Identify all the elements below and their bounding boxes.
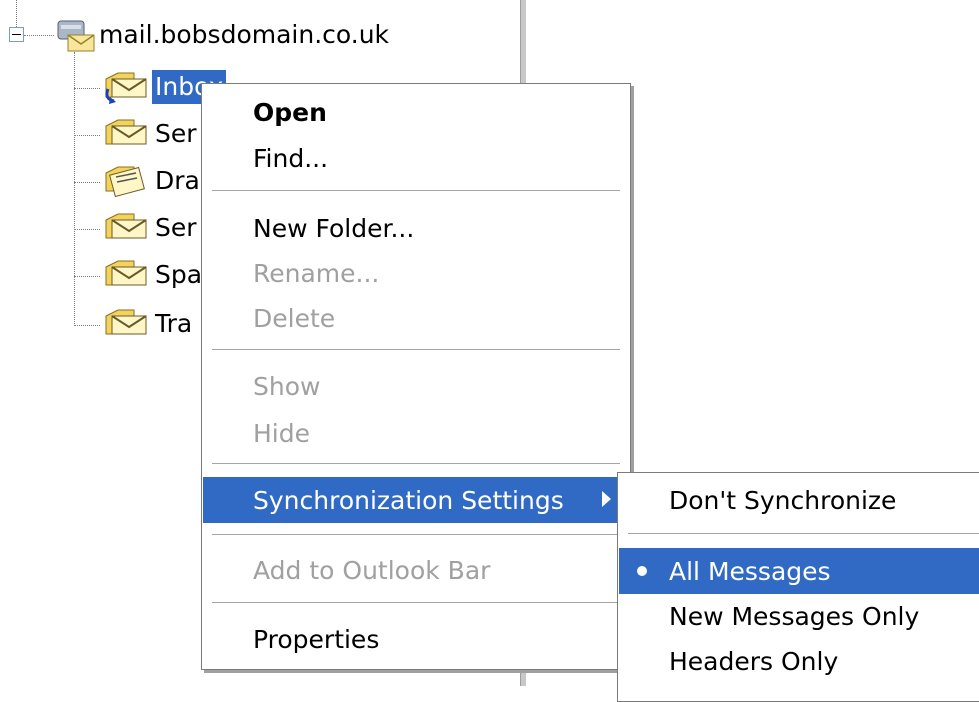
menu-item-add-to-outlook-bar: Add to Outlook Bar (203, 547, 629, 593)
tree-item-spam[interactable]: Spa (100, 258, 205, 292)
tree-item-folder[interactable]: Ser (100, 211, 200, 245)
submenu-item-dont-synchronize[interactable]: Don't Synchronize (619, 477, 979, 523)
tree-item-trash[interactable]: Tra (100, 307, 195, 341)
tree-connector (74, 276, 100, 277)
folder-icon (105, 309, 147, 335)
submenu-item-all-messages[interactable]: All Messages (619, 548, 979, 594)
submenu-item-headers-only[interactable]: Headers Only (619, 638, 979, 684)
drafts-folder-icon (105, 166, 145, 198)
menu-item-label: Rename... (253, 258, 380, 288)
menu-separator (212, 349, 620, 351)
folder-icon (105, 213, 147, 239)
menu-item-label: New Messages Only (669, 601, 920, 631)
tree-connector (74, 182, 100, 183)
menu-separator (212, 534, 620, 536)
tree-connector (74, 135, 100, 136)
menu-item-sync-settings[interactable]: Synchronization Settings (203, 477, 629, 523)
account-label: mail.bobsdomain.co.uk (99, 20, 390, 49)
menu-item-hide: Hide (203, 410, 629, 456)
menu-item-label: All Messages (669, 556, 831, 586)
menu-separator (212, 190, 620, 192)
menu-item-label: Delete (253, 303, 336, 333)
mail-server-icon (57, 20, 95, 52)
tree-connector (74, 229, 100, 230)
folder-icon (105, 260, 147, 286)
folder-label: Ser (155, 119, 197, 148)
sync-settings-submenu: Don't Synchronize All Messages New Messa… (617, 472, 979, 702)
folder-context-menu: Open Find... New Folder... Rename... Del… (201, 83, 631, 670)
sent-folder-icon (105, 119, 147, 145)
submenu-item-new-messages-only[interactable]: New Messages Only (619, 593, 979, 639)
menu-item-new-folder[interactable]: New Folder... (203, 205, 629, 251)
menu-separator (212, 463, 620, 465)
menu-item-label: Find... (253, 143, 329, 173)
menu-item-delete: Delete (203, 295, 629, 341)
menu-item-label: Hide (253, 418, 310, 448)
menu-separator (628, 533, 979, 535)
submenu-arrow-icon (602, 491, 611, 507)
menu-item-properties[interactable]: Properties (203, 616, 629, 662)
menu-item-label: Synchronization Settings (253, 485, 564, 515)
menu-item-label: Show (253, 371, 321, 401)
menu-item-label: Add to Outlook Bar (253, 555, 491, 585)
menu-item-label: Don't Synchronize (669, 485, 897, 515)
menu-item-label: Properties (253, 624, 380, 654)
folder-label: Ser (155, 213, 197, 242)
menu-item-label: New Folder... (253, 213, 415, 243)
menu-item-label: Headers Only (669, 646, 839, 676)
menu-item-show: Show (203, 363, 629, 409)
menu-item-open[interactable]: Open (203, 89, 629, 135)
tree-connector (74, 52, 75, 326)
folder-label: Spa (155, 260, 203, 289)
menu-separator (212, 602, 620, 604)
tree-item-drafts[interactable]: Dra (100, 164, 203, 198)
tree-connector (74, 88, 100, 89)
tree-item-sent[interactable]: Ser (100, 117, 200, 151)
inbox-folder-icon (105, 72, 147, 104)
menu-item-rename: Rename... (203, 250, 629, 296)
menu-item-label: Open (253, 97, 327, 127)
menu-item-find[interactable]: Find... (203, 135, 629, 181)
radio-bullet-icon (637, 566, 647, 576)
folder-label: Tra (155, 309, 193, 338)
folder-label: Dra (155, 166, 200, 195)
tree-connector (16, 0, 17, 27)
tree-connector (74, 325, 100, 326)
tree-connector (24, 35, 54, 36)
tree-item-account[interactable]: mail.bobsdomain.co.uk (52, 18, 392, 52)
collapse-toggle-icon[interactable] (9, 27, 24, 42)
